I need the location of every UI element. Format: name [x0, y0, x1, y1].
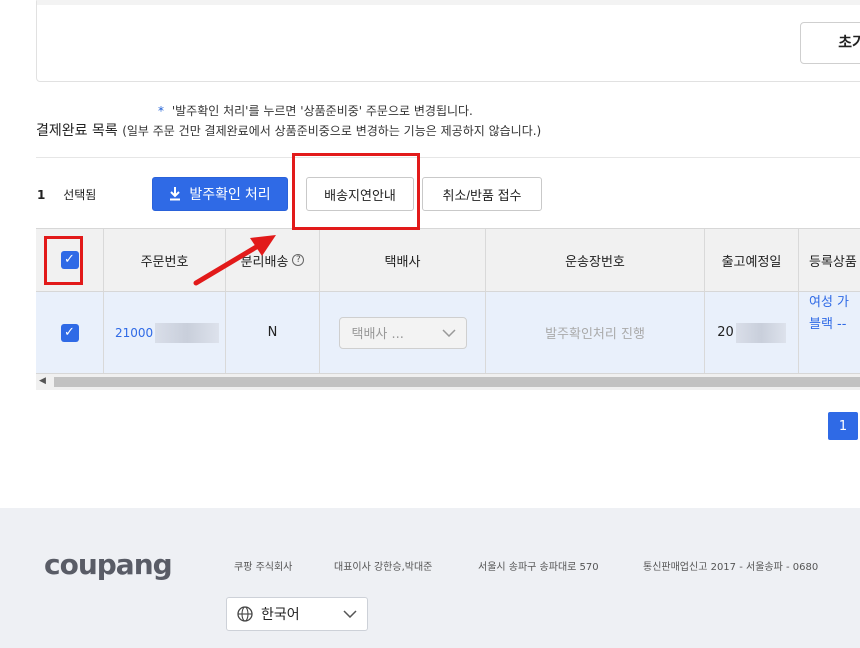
courier-cell: 택배사 ...: [320, 292, 486, 373]
notice-star: *: [158, 104, 164, 118]
header-tracking-no: 운송장번호: [486, 229, 705, 291]
table-row[interactable]: ✓ 21000 N 택배사 ... 발주확인처리 진행 20 여성 가 블랙 -…: [36, 292, 860, 374]
scroll-thumb[interactable]: [54, 377, 860, 387]
redacted-block: [735, 322, 786, 343]
selection-count-label: 선택됨: [63, 188, 97, 202]
coupang-logo: coupang: [44, 548, 173, 581]
row-select-cell: ✓: [36, 292, 104, 373]
header-order-no: 주문번호: [104, 229, 226, 291]
order-no-link[interactable]: 21000: [104, 322, 225, 343]
notice-text: * '발주확인 처리'를 누르면 '상품준비중' 주문으로 변경됩니다.: [158, 102, 473, 119]
header-split-label: 분리배송: [240, 254, 289, 270]
language-select[interactable]: 한국어: [226, 597, 368, 631]
footer-address: 서울시 송파구 송파대로 570: [478, 562, 599, 573]
download-icon: [170, 187, 181, 201]
pagination-page[interactable]: 1: [828, 412, 858, 440]
chevron-down-icon: [441, 328, 456, 337]
cancel-return-button[interactable]: 취소/반품 접수: [422, 177, 542, 211]
selection-count-number: 1: [37, 188, 46, 202]
tracking-placeholder: 발주확인처리 진행: [545, 327, 645, 342]
filter-panel: [36, 0, 860, 82]
chevron-down-icon: [343, 610, 357, 618]
ship-date-cell: 20: [705, 292, 799, 373]
notice-message: '발주확인 처리'를 누르면 '상품준비중' 주문으로 변경됩니다.: [171, 104, 473, 118]
list-title-sub: (일부 주문 건만 결제완료에서 상품준비중으로 변경하는 기능은 제공하지 않…: [122, 124, 542, 138]
footer: coupang 쿠팡 주식회사 대표이사 강한승,박대준 서울시 송파구 송파대…: [0, 508, 860, 648]
filter-panel-top: [37, 0, 860, 5]
help-icon[interactable]: ?: [292, 254, 305, 266]
product-line-2: 블랙 --: [809, 317, 847, 332]
table-header: ✓ 주문번호 분리배송 ? 택배사 운송장번호 출고예정일 등록상품: [36, 228, 860, 292]
header-select-all-cell: ✓: [36, 229, 104, 291]
language-label: 한국어: [261, 607, 300, 623]
selection-count: 1 선택됨: [37, 186, 96, 203]
redacted-block: [155, 322, 220, 343]
header-courier: 택배사: [320, 229, 486, 291]
delivery-delay-button[interactable]: 배송지연안내: [306, 177, 414, 211]
product-line-1: 여성 가: [809, 295, 850, 310]
confirm-order-label: 발주확인 처리: [189, 186, 271, 202]
footer-license: 통신판매업신고 2017 - 서울송파 - 0680: [643, 562, 819, 573]
order-table: ✓ 주문번호 분리배송 ? 택배사 운송장번호 출고예정일 등록상품 ✓ 210…: [36, 228, 860, 392]
ship-date-text: 20: [717, 325, 734, 340]
list-title: 결제완료 목록 (일부 주문 건만 결제완료에서 상품준비중으로 변경하는 기능…: [36, 120, 541, 140]
footer-ceo: 대표이사 강한승,박대준: [334, 562, 433, 573]
cancel-return-label: 취소/반품 접수: [442, 187, 522, 203]
order-no-text: 21000: [115, 325, 154, 340]
product-cell[interactable]: 여성 가 블랙 --: [799, 292, 860, 373]
order-no-cell: 21000: [104, 292, 226, 373]
divider: [36, 157, 860, 158]
globe-icon: [237, 606, 253, 622]
scroll-left-icon[interactable]: ◀: [39, 376, 46, 386]
tracking-cell: 발주확인처리 진행: [486, 292, 705, 373]
confirm-order-button[interactable]: 발주확인 처리: [152, 177, 288, 211]
row-checkbox[interactable]: ✓: [60, 323, 79, 342]
select-all-checkbox[interactable]: ✓: [60, 251, 79, 269]
split-cell: N: [226, 292, 320, 373]
reset-button[interactable]: 초기: [800, 22, 860, 64]
courier-select[interactable]: 택배사 ...: [338, 316, 467, 349]
delivery-delay-label: 배송지연안내: [324, 187, 396, 203]
header-ship-date: 출고예정일: [705, 229, 799, 291]
header-split-delivery: 분리배송 ?: [226, 229, 320, 291]
list-title-main: 결제완료 목록: [36, 123, 118, 139]
header-product: 등록상품: [809, 254, 857, 270]
footer-company: 쿠팡 주식회사: [234, 562, 293, 573]
courier-select-value: 택배사 ...: [351, 327, 404, 342]
horizontal-scrollbar[interactable]: ◀: [36, 374, 860, 390]
